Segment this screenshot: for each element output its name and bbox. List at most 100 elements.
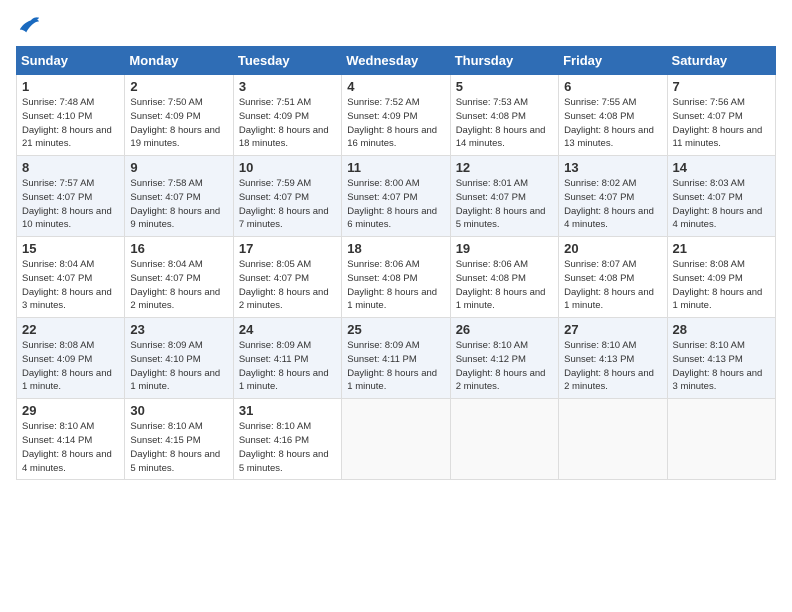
calendar-week-row: 8 Sunrise: 7:57 AMSunset: 4:07 PMDaylight… <box>17 156 776 237</box>
day-number: 31 <box>239 403 336 418</box>
day-number: 18 <box>347 241 444 256</box>
day-number: 22 <box>22 322 119 337</box>
day-info: Sunrise: 7:59 AMSunset: 4:07 PMDaylight:… <box>239 177 336 232</box>
day-number: 3 <box>239 79 336 94</box>
calendar-week-row: 29Sunrise: 8:10 AMSunset: 4:14 PMDayligh… <box>17 399 776 480</box>
day-number: 5 <box>456 79 553 94</box>
day-number: 29 <box>22 403 119 418</box>
day-number: 25 <box>347 322 444 337</box>
calendar-day-cell: 17 Sunrise: 8:05 AMSunset: 4:07 PMDayligh… <box>233 237 341 318</box>
calendar-day-cell: 22 Sunrise: 8:08 AMSunset: 4:09 PMDayligh… <box>17 318 125 399</box>
day-info: Sunrise: 8:10 AMSunset: 4:13 PMDaylight:… <box>673 339 770 394</box>
logo-bird-icon <box>18 16 40 34</box>
calendar-day-cell: 9 Sunrise: 7:58 AMSunset: 4:07 PMDaylight… <box>125 156 233 237</box>
calendar-day-cell: 2Sunrise: 7:50 AMSunset: 4:09 PMDaylight… <box>125 75 233 156</box>
calendar-day-cell <box>667 399 775 480</box>
calendar-day-cell: 21 Sunrise: 8:08 AMSunset: 4:09 PMDayligh… <box>667 237 775 318</box>
day-info: Sunrise: 8:09 AMSunset: 4:11 PMDaylight:… <box>239 339 336 394</box>
day-info: Sunrise: 8:10 AMSunset: 4:12 PMDaylight:… <box>456 339 553 394</box>
calendar-day-cell: 30Sunrise: 8:10 AMSunset: 4:15 PMDayligh… <box>125 399 233 480</box>
day-info: Sunrise: 7:58 AMSunset: 4:07 PMDaylight:… <box>130 177 227 232</box>
weekday-header: Thursday <box>450 47 558 75</box>
page-header <box>16 16 776 34</box>
day-info: Sunrise: 7:52 AMSunset: 4:09 PMDaylight:… <box>347 96 444 151</box>
calendar-day-cell: 8 Sunrise: 7:57 AMSunset: 4:07 PMDaylight… <box>17 156 125 237</box>
day-info: Sunrise: 8:04 AMSunset: 4:07 PMDaylight:… <box>130 258 227 313</box>
calendar-day-cell: 19 Sunrise: 8:06 AMSunset: 4:08 PMDayligh… <box>450 237 558 318</box>
calendar-header-row: SundayMondayTuesdayWednesdayThursdayFrid… <box>17 47 776 75</box>
day-info: Sunrise: 8:06 AMSunset: 4:08 PMDaylight:… <box>347 258 444 313</box>
day-info: Sunrise: 8:01 AMSunset: 4:07 PMDaylight:… <box>456 177 553 232</box>
calendar-day-cell: 26 Sunrise: 8:10 AMSunset: 4:12 PMDayligh… <box>450 318 558 399</box>
calendar-day-cell: 24 Sunrise: 8:09 AMSunset: 4:11 PMDayligh… <box>233 318 341 399</box>
day-number: 13 <box>564 160 661 175</box>
day-number: 11 <box>347 160 444 175</box>
day-number: 10 <box>239 160 336 175</box>
calendar-day-cell: 25 Sunrise: 8:09 AMSunset: 4:11 PMDayligh… <box>342 318 450 399</box>
day-info: Sunrise: 8:10 AMSunset: 4:15 PMDaylight:… <box>130 420 227 475</box>
logo <box>16 16 40 34</box>
calendar-day-cell: 7 Sunrise: 7:56 AMSunset: 4:07 PMDaylight… <box>667 75 775 156</box>
day-info: Sunrise: 7:53 AMSunset: 4:08 PMDaylight:… <box>456 96 553 151</box>
day-number: 7 <box>673 79 770 94</box>
day-info: Sunrise: 8:04 AMSunset: 4:07 PMDaylight:… <box>22 258 119 313</box>
calendar-day-cell: 12 Sunrise: 8:01 AMSunset: 4:07 PMDayligh… <box>450 156 558 237</box>
day-info: Sunrise: 7:48 AMSunset: 4:10 PMDaylight:… <box>22 96 119 151</box>
calendar-day-cell: 4 Sunrise: 7:52 AMSunset: 4:09 PMDaylight… <box>342 75 450 156</box>
day-info: Sunrise: 7:57 AMSunset: 4:07 PMDaylight:… <box>22 177 119 232</box>
weekday-header: Wednesday <box>342 47 450 75</box>
day-number: 19 <box>456 241 553 256</box>
day-number: 6 <box>564 79 661 94</box>
calendar-day-cell: 5 Sunrise: 7:53 AMSunset: 4:08 PMDaylight… <box>450 75 558 156</box>
day-info: Sunrise: 7:51 AMSunset: 4:09 PMDaylight:… <box>239 96 336 151</box>
weekday-header: Tuesday <box>233 47 341 75</box>
calendar-day-cell <box>559 399 667 480</box>
day-number: 23 <box>130 322 227 337</box>
calendar-day-cell: 6 Sunrise: 7:55 AMSunset: 4:08 PMDaylight… <box>559 75 667 156</box>
calendar-day-cell: 18 Sunrise: 8:06 AMSunset: 4:08 PMDayligh… <box>342 237 450 318</box>
day-info: Sunrise: 8:08 AMSunset: 4:09 PMDaylight:… <box>673 258 770 313</box>
day-info: Sunrise: 8:05 AMSunset: 4:07 PMDaylight:… <box>239 258 336 313</box>
calendar-day-cell: 14Sunrise: 8:03 AMSunset: 4:07 PMDayligh… <box>667 156 775 237</box>
day-info: Sunrise: 7:55 AMSunset: 4:08 PMDaylight:… <box>564 96 661 151</box>
calendar-day-cell: 23Sunrise: 8:09 AMSunset: 4:10 PMDayligh… <box>125 318 233 399</box>
calendar-day-cell <box>342 399 450 480</box>
day-number: 26 <box>456 322 553 337</box>
weekday-header: Saturday <box>667 47 775 75</box>
calendar-day-cell: 31 Sunrise: 8:10 AMSunset: 4:16 PMDayligh… <box>233 399 341 480</box>
calendar-day-cell: 28 Sunrise: 8:10 AMSunset: 4:13 PMDayligh… <box>667 318 775 399</box>
day-number: 28 <box>673 322 770 337</box>
day-number: 4 <box>347 79 444 94</box>
day-number: 27 <box>564 322 661 337</box>
day-number: 21 <box>673 241 770 256</box>
day-info: Sunrise: 8:02 AMSunset: 4:07 PMDaylight:… <box>564 177 661 232</box>
weekday-header: Monday <box>125 47 233 75</box>
calendar-day-cell: 10 Sunrise: 7:59 AMSunset: 4:07 PMDayligh… <box>233 156 341 237</box>
day-info: Sunrise: 8:10 AMSunset: 4:16 PMDaylight:… <box>239 420 336 475</box>
day-info: Sunrise: 8:00 AMSunset: 4:07 PMDaylight:… <box>347 177 444 232</box>
day-number: 16 <box>130 241 227 256</box>
day-info: Sunrise: 8:08 AMSunset: 4:09 PMDaylight:… <box>22 339 119 394</box>
calendar-week-row: 1 Sunrise: 7:48 AMSunset: 4:10 PMDaylight… <box>17 75 776 156</box>
day-number: 8 <box>22 160 119 175</box>
day-info: Sunrise: 8:10 AMSunset: 4:13 PMDaylight:… <box>564 339 661 394</box>
day-number: 1 <box>22 79 119 94</box>
day-number: 24 <box>239 322 336 337</box>
calendar-day-cell: 1 Sunrise: 7:48 AMSunset: 4:10 PMDaylight… <box>17 75 125 156</box>
day-number: 9 <box>130 160 227 175</box>
calendar-day-cell: 15Sunrise: 8:04 AMSunset: 4:07 PMDayligh… <box>17 237 125 318</box>
day-number: 12 <box>456 160 553 175</box>
day-info: Sunrise: 8:06 AMSunset: 4:08 PMDaylight:… <box>456 258 553 313</box>
calendar-day-cell <box>450 399 558 480</box>
calendar-day-cell: 16 Sunrise: 8:04 AMSunset: 4:07 PMDayligh… <box>125 237 233 318</box>
calendar-table: SundayMondayTuesdayWednesdayThursdayFrid… <box>16 46 776 480</box>
calendar-day-cell: 3 Sunrise: 7:51 AMSunset: 4:09 PMDaylight… <box>233 75 341 156</box>
calendar-day-cell: 27 Sunrise: 8:10 AMSunset: 4:13 PMDayligh… <box>559 318 667 399</box>
day-number: 17 <box>239 241 336 256</box>
day-info: Sunrise: 8:09 AMSunset: 4:11 PMDaylight:… <box>347 339 444 394</box>
calendar-day-cell: 20Sunrise: 8:07 AMSunset: 4:08 PMDayligh… <box>559 237 667 318</box>
day-info: Sunrise: 8:07 AMSunset: 4:08 PMDaylight:… <box>564 258 661 313</box>
calendar-day-cell: 29Sunrise: 8:10 AMSunset: 4:14 PMDayligh… <box>17 399 125 480</box>
calendar-week-row: 15Sunrise: 8:04 AMSunset: 4:07 PMDayligh… <box>17 237 776 318</box>
day-info: Sunrise: 7:56 AMSunset: 4:07 PMDaylight:… <box>673 96 770 151</box>
